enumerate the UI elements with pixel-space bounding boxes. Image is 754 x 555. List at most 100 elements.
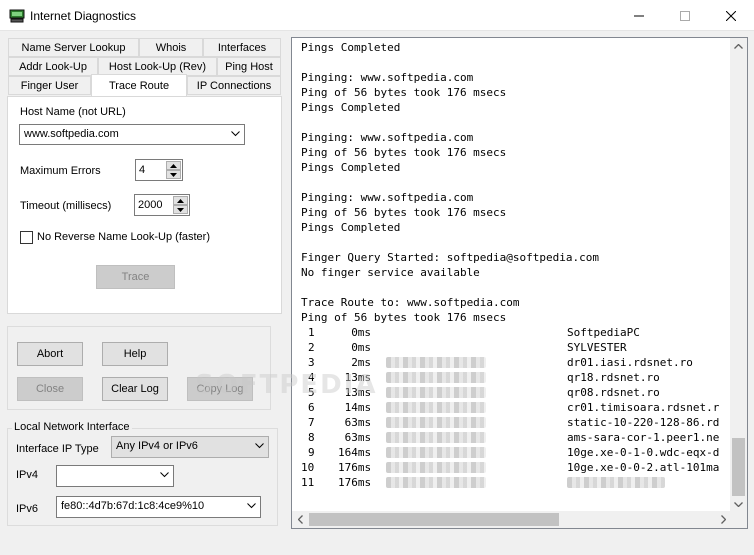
ipv4-combo[interactable] xyxy=(56,465,174,487)
tab-ip-connections[interactable]: IP Connections xyxy=(187,76,281,95)
hop-host: 10ge.xe-0-1-0.wdc-eqx-d xyxy=(567,446,720,459)
vertical-scrollbar[interactable] xyxy=(730,38,747,513)
hop-host: SoftpediaPC xyxy=(567,326,640,339)
log-line: Pings Completed xyxy=(301,101,401,114)
hop-time: 13ms xyxy=(344,386,372,399)
chevron-down-icon xyxy=(160,472,169,478)
hop-number: 11 xyxy=(301,476,315,489)
abort-button[interactable]: Abort xyxy=(17,342,83,366)
log-output[interactable]: Pings Completed Pinging: www.softpedia.c… xyxy=(291,37,748,529)
trace-hop-row: 10 176ms 10ge.xe-0-0-2.atl-101ma xyxy=(301,460,719,475)
horizontal-scrollbar[interactable] xyxy=(292,511,732,528)
chevron-down-icon xyxy=(247,503,256,509)
hop-time: 0ms xyxy=(351,341,372,354)
timeout-stepper[interactable]: 2000 xyxy=(134,194,190,216)
trace-hop-row: 4 13ms qr18.rdsnet.ro xyxy=(301,370,660,385)
log-line: No finger service available xyxy=(301,266,480,279)
spin-down-icon[interactable] xyxy=(173,205,188,214)
max-errors-value: 4 xyxy=(139,164,146,176)
log-line: Pinging: www.softpedia.com xyxy=(301,131,474,144)
maximize-button[interactable] xyxy=(662,0,708,31)
log-line: Ping of 56 bytes took 176 msecs xyxy=(301,86,507,99)
clear-log-button[interactable]: Clear Log xyxy=(102,377,168,401)
spin-up-icon[interactable] xyxy=(166,161,181,170)
host-name-value: www.softpedia.com xyxy=(24,128,119,140)
trace-hop-row: 3 2ms dr01.iasi.rdsnet.ro xyxy=(301,355,693,370)
no-reverse-label: No Reverse Name Look-Up (faster) xyxy=(37,231,211,243)
host-name-combo[interactable]: www.softpedia.com xyxy=(19,124,245,145)
redacted-ip xyxy=(386,387,486,398)
trace-hop-row: 6 14ms cr01.timisoara.rdsnet.r xyxy=(301,400,719,415)
redacted-ip xyxy=(386,417,486,428)
copy-log-button[interactable]: Copy Log xyxy=(187,377,253,401)
title-bar: Internet Diagnostics xyxy=(0,0,754,31)
redacted-ip xyxy=(386,447,486,458)
trace-button[interactable]: Trace xyxy=(96,265,175,289)
hop-host: qr18.rdsnet.ro xyxy=(567,371,660,384)
hop-host: 10ge.xe-0-0-2.atl-101ma xyxy=(567,461,720,474)
tab-addr-lookup[interactable]: Addr Look-Up xyxy=(8,57,98,76)
scroll-up-icon[interactable] xyxy=(730,38,747,55)
max-errors-label: Maximum Errors xyxy=(20,165,101,177)
close-button[interactable]: Close xyxy=(17,377,83,401)
trace-hop-row: 2 0ms SYLVESTER xyxy=(301,340,627,355)
hop-time: 176ms xyxy=(338,476,372,489)
redacted-ip xyxy=(386,372,486,383)
tab-name-server-lookup[interactable]: Name Server Lookup xyxy=(8,38,139,57)
ipv6-label: IPv6 xyxy=(16,503,39,515)
timeout-value: 2000 xyxy=(138,199,163,211)
hop-number: 5 xyxy=(308,386,315,399)
tab-trace-route[interactable]: Trace Route xyxy=(91,74,187,96)
close-icon xyxy=(726,10,736,21)
log-line: Ping of 56 bytes took 176 msecs xyxy=(301,206,507,219)
close-window-button[interactable] xyxy=(708,0,754,31)
ipv6-combo[interactable]: fe80::4d7b:67d:1c8:4ce9%10 xyxy=(56,496,261,518)
vertical-scroll-thumb[interactable] xyxy=(732,438,745,496)
ip-type-select[interactable]: Any IPv4 or IPv6 xyxy=(111,436,269,458)
hop-number: 8 xyxy=(308,431,315,444)
horizontal-scroll-thumb[interactable] xyxy=(309,513,559,526)
ip-type-label: Interface IP Type xyxy=(16,443,99,455)
spin-down-icon[interactable] xyxy=(166,170,181,179)
redacted-ip xyxy=(386,402,486,413)
timeout-label: Timeout (millisecs) xyxy=(20,200,112,212)
maximize-icon xyxy=(680,10,690,21)
tab-interfaces[interactable]: Interfaces xyxy=(203,38,281,57)
tab-whois[interactable]: Whois xyxy=(139,38,203,57)
chevron-down-icon xyxy=(231,131,240,137)
trace-hop-row: 9 164ms 10ge.xe-0-1-0.wdc-eqx-d xyxy=(301,445,719,460)
tab-ping-host[interactable]: Ping Host xyxy=(217,57,281,76)
no-reverse-checkbox[interactable] xyxy=(20,231,33,244)
max-errors-stepper[interactable]: 4 xyxy=(135,159,183,181)
minimize-icon xyxy=(634,15,644,16)
help-button[interactable]: Help xyxy=(102,342,168,366)
network-interface-title: Local Network Interface xyxy=(12,421,132,433)
hop-host: static-10-220-128-86.rd xyxy=(567,416,720,429)
hop-time: 13ms xyxy=(344,371,372,384)
ipv4-label: IPv4 xyxy=(16,469,39,481)
log-text: Pings Completed Pinging: www.softpedia.c… xyxy=(301,40,719,490)
hop-time: 14ms xyxy=(344,401,372,414)
chevron-down-icon xyxy=(255,443,264,449)
redacted-ip xyxy=(386,357,486,368)
hop-time: 0ms xyxy=(351,326,372,339)
trace-hop-row: 7 63ms static-10-220-128-86.rd xyxy=(301,415,719,430)
log-line: Ping of 56 bytes took 176 msecs xyxy=(301,146,507,159)
minimize-button[interactable] xyxy=(616,0,662,31)
hop-time: 63ms xyxy=(344,431,372,444)
log-line: Pinging: www.softpedia.com xyxy=(301,71,474,84)
scroll-left-icon[interactable] xyxy=(292,511,309,528)
trace-hop-row: 1 0ms SoftpediaPC xyxy=(301,325,640,340)
spin-up-icon[interactable] xyxy=(173,196,188,205)
trace-hop-row: 11 176ms xyxy=(301,475,665,490)
app-icon xyxy=(9,8,25,24)
hop-host: cr01.timisoara.rdsnet.r xyxy=(567,401,720,414)
hop-number: 1 xyxy=(308,326,315,339)
hop-number: 9 xyxy=(308,446,315,459)
tab-finger-user[interactable]: Finger User xyxy=(8,76,91,95)
redacted-ip xyxy=(386,462,486,473)
